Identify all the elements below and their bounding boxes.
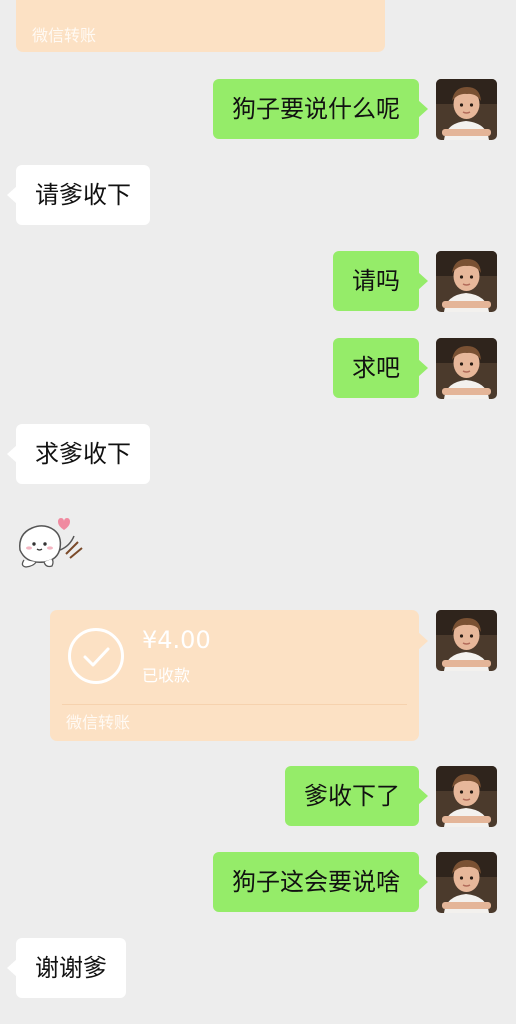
chat-bubble-sent[interactable]: 请吗: [333, 251, 428, 311]
avatar-photo-icon: [436, 251, 497, 312]
chat-bubble-received[interactable]: 请爹收下: [7, 165, 150, 225]
avatar-photo-icon: [436, 79, 497, 140]
avatar[interactable]: [436, 852, 497, 913]
transfer-divider: [62, 704, 407, 705]
chat-bubble-sent[interactable]: 求吧: [333, 338, 428, 398]
avatar[interactable]: [436, 610, 497, 671]
avatar-photo-icon: [436, 610, 497, 671]
avatar[interactable]: [436, 766, 497, 827]
puppy-with-heart-sticker-icon[interactable]: [14, 514, 88, 574]
avatar-photo-icon: [436, 338, 497, 399]
avatar[interactable]: [436, 338, 497, 399]
chat-bubble-sent[interactable]: 狗子要说什么呢: [213, 79, 428, 139]
avatar[interactable]: [436, 79, 497, 140]
check-circle-icon: [68, 628, 124, 684]
chat-bubble-received[interactable]: 谢谢爹: [7, 938, 126, 998]
chat-message-list: 微信转账 狗子要说什么呢 请爹收下 请吗 求吧 求爹收下 ¥4.00 已收款 微…: [0, 0, 516, 1024]
chat-bubble-sent[interactable]: 爹收下了: [285, 766, 428, 826]
avatar[interactable]: [436, 251, 497, 312]
avatar-photo-icon: [436, 852, 497, 913]
transfer-footer-label: 微信转账: [66, 713, 131, 732]
transfer-card-received[interactable]: 微信转账: [16, 0, 385, 52]
chat-bubble-sent[interactable]: 狗子这会要说啥: [213, 852, 428, 912]
transfer-card-accepted[interactable]: ¥4.00 已收款 微信转账: [50, 610, 428, 741]
transfer-amount: ¥4.00: [142, 626, 211, 654]
transfer-footer-label: 微信转账: [32, 26, 97, 45]
avatar-photo-icon: [436, 766, 497, 827]
chat-bubble-received[interactable]: 求爹收下: [7, 424, 150, 484]
transfer-status: 已收款: [142, 666, 191, 685]
